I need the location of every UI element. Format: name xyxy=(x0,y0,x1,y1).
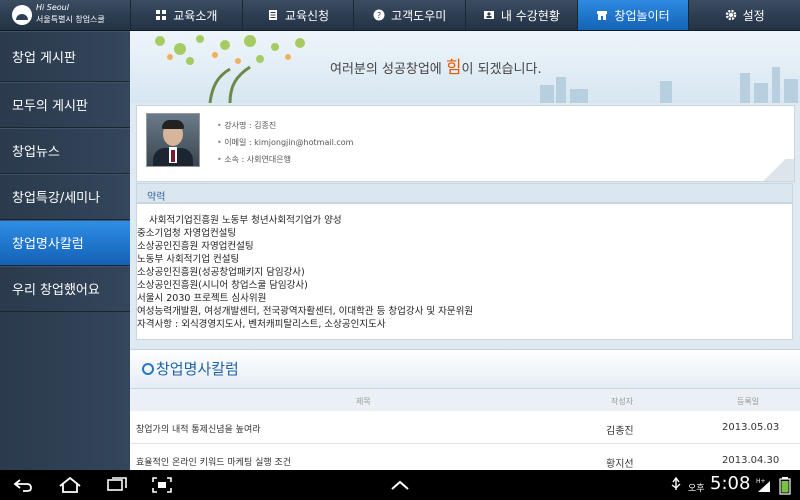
tab-startup-playground[interactable]: 창업놀이터 xyxy=(576,0,689,30)
svg-text:?: ? xyxy=(377,11,381,20)
sidebar-item-label: 창업특강/세미나 xyxy=(12,191,101,206)
sidebar-item-startup-board[interactable]: 창업 게시판 xyxy=(0,31,130,82)
instructor-email: 이메일 : kimjongjin@hotmail.com xyxy=(217,137,353,148)
tab-label: 내 수강현황 xyxy=(500,8,560,23)
header-title: 제목 xyxy=(356,397,371,406)
career-line: 여성능력개발원, 여성개발센터, 전국광역자활센터, 이대학관 등 창업강사 및… xyxy=(137,306,474,317)
tab-education-intro[interactable]: 교육소개 xyxy=(130,0,242,30)
sidebar-item-label: 모두의 게시판 xyxy=(12,99,88,114)
tab-my-courses[interactable]: 내 수강현황 xyxy=(465,0,577,30)
tree-illustration xyxy=(155,35,305,103)
row-date: 2013.05.03 xyxy=(722,422,780,433)
tab-label: 고객도우미 xyxy=(391,8,447,23)
instructor-name: 강사명 : 김종진 xyxy=(217,120,276,131)
document-icon xyxy=(268,10,277,20)
tab-settings[interactable]: 설정 xyxy=(688,0,800,30)
top-bar: Hi Seoul 서울특별시 창업스쿨 교육소개 교육신청 ? 고객도우미 내 … xyxy=(0,0,800,31)
hi-seoul-logo[interactable]: Hi Seoul 서울특별시 창업스쿨 xyxy=(0,0,130,30)
sidebar-item-seminars[interactable]: 창업특강/세미나 xyxy=(0,174,130,220)
row-author: 황지선 xyxy=(606,459,634,470)
signal-icon: H+ xyxy=(756,478,770,492)
column-section-title: 창업명사칼럼 xyxy=(130,349,800,388)
chevron-up-icon[interactable] xyxy=(390,477,410,493)
sidebar-item-label: 창업뉴스 xyxy=(12,145,60,160)
tab-customer-help[interactable]: ? 고객도우미 xyxy=(353,0,465,30)
sidebar: 창업 게시판 모두의 게시판 창업뉴스 창업특강/세미나 창업명사칼럼 우리 창… xyxy=(0,31,130,470)
sidebar-item-label: 우리 창업했어요 xyxy=(12,283,100,298)
row-title: 효율적인 온라인 키워드 마케팅 실행 조건 xyxy=(136,458,292,468)
header-author: 작성자 xyxy=(611,397,634,406)
city-skyline-illustration xyxy=(540,67,798,103)
tab-label: 설정 xyxy=(742,8,765,23)
logo-brand: Hi Seoul xyxy=(36,3,69,12)
sidebar-item-we-started[interactable]: 우리 창업했어요 xyxy=(0,266,130,312)
circle-bullet-icon xyxy=(142,363,154,375)
career-line: 소상공인진흥원(시니어 창업스쿨 담임강사) xyxy=(137,280,308,291)
sidebar-item-label: 창업 게시판 xyxy=(12,50,76,66)
tab-label: 교육소개 xyxy=(173,8,218,23)
sidebar-item-startup-news[interactable]: 창업뉴스 xyxy=(0,128,130,174)
career-line: 서울시 2030 프로젝트 심사위원 xyxy=(137,293,267,304)
banner-text-end: 이 되겠습니다. xyxy=(461,62,542,77)
table-row[interactable]: 효율적인 온라인 키워드 마케팅 실행 조건 황지선 2013.04.30 xyxy=(130,444,800,470)
career-line: 사회적기업진흥원 노동부 청년사회적기업가 양성 xyxy=(149,215,342,226)
sidebar-item-label: 창업명사칼럼 xyxy=(12,237,84,252)
question-icon: ? xyxy=(373,9,385,21)
career-line: 노동부 사회적기업 컨설팅 xyxy=(137,254,240,265)
career-line: 소상공인진흥원 자영업컨설팅 xyxy=(137,241,254,252)
banner-message: 여러분의 성공창업에 힘이 되겠습니다. xyxy=(330,53,542,78)
row-date: 2013.04.30 xyxy=(722,455,780,466)
section-title-text: 창업명사칼럼 xyxy=(156,360,239,378)
column-table-header: 제목 작성자 등록일 xyxy=(130,388,800,412)
banner-highlight: 힘 xyxy=(445,58,462,78)
tab-education-apply[interactable]: 교육신청 xyxy=(241,0,354,30)
screenshot-icon[interactable] xyxy=(152,477,172,493)
back-icon[interactable] xyxy=(12,477,34,493)
gear-icon xyxy=(725,9,736,21)
tab-label: 교육신청 xyxy=(284,8,330,23)
banner-text: 여러분의 성공창업에 xyxy=(330,62,446,77)
recent-apps-icon[interactable] xyxy=(106,477,128,493)
main-nav: 교육소개 교육신청 ? 고객도우미 내 수강현황 창업놀이터 설정 xyxy=(130,0,800,30)
tab-label: 창업놀이터 xyxy=(614,8,670,23)
instructor-profile-card: 강사명 : 김종진 이메일 : kimjongjin@hotmail.com 소… xyxy=(136,105,795,182)
clock-time[interactable]: 5:08 xyxy=(710,473,750,494)
page-curl-decoration xyxy=(754,159,794,181)
id-card-icon xyxy=(483,11,494,19)
store-icon xyxy=(597,11,608,20)
usb-icon xyxy=(671,477,681,490)
battery-icon xyxy=(779,477,791,495)
main-content: 여러분의 성공창업에 힘이 되겠습니다. 강사명 : 김종진 이메일 : kim… xyxy=(130,31,800,470)
svg-text:H+: H+ xyxy=(756,478,766,485)
instructor-affiliation: 소속 : 사회연대은행 xyxy=(217,154,291,165)
sidebar-item-expert-columns[interactable]: 창업명사칼럼 xyxy=(0,220,130,266)
career-heading: 약력 xyxy=(136,183,793,203)
clock-ampm: 오후 xyxy=(688,484,705,494)
header-date: 등록일 xyxy=(737,397,760,406)
android-system-bar: 오후 5:08 H+ xyxy=(0,470,800,500)
row-author: 김종진 xyxy=(606,426,634,437)
grid-icon xyxy=(156,10,167,20)
row-title: 창업가의 내적 통제신념을 높여라 xyxy=(136,425,261,435)
sidebar-item-everyone-board[interactable]: 모두의 게시판 xyxy=(0,82,130,128)
home-icon[interactable] xyxy=(58,477,82,493)
career-line: 자격사항 : 외식경영지도사, 벤처캐피탈리스트, 소상공인지도사 xyxy=(137,319,386,330)
logo-mark-icon xyxy=(12,5,32,25)
banner: 여러분의 성공창업에 힘이 되겠습니다. xyxy=(130,31,800,103)
logo-org: 서울특별시 창업스쿨 xyxy=(36,15,105,24)
career-line: 소상공인진흥원(성공창업패키지 담임강사) xyxy=(137,267,305,278)
career-list: 사회적기업진흥원 노동부 청년사회적기업가 양성 중소기업청 자영업컨설팅 소상… xyxy=(136,203,793,340)
table-row[interactable]: 창업가의 내적 통제신념을 높여라 김종진 2013.05.03 xyxy=(130,411,800,444)
instructor-photo xyxy=(146,113,200,167)
career-line: 중소기업청 자영업컨설팅 xyxy=(137,228,237,239)
